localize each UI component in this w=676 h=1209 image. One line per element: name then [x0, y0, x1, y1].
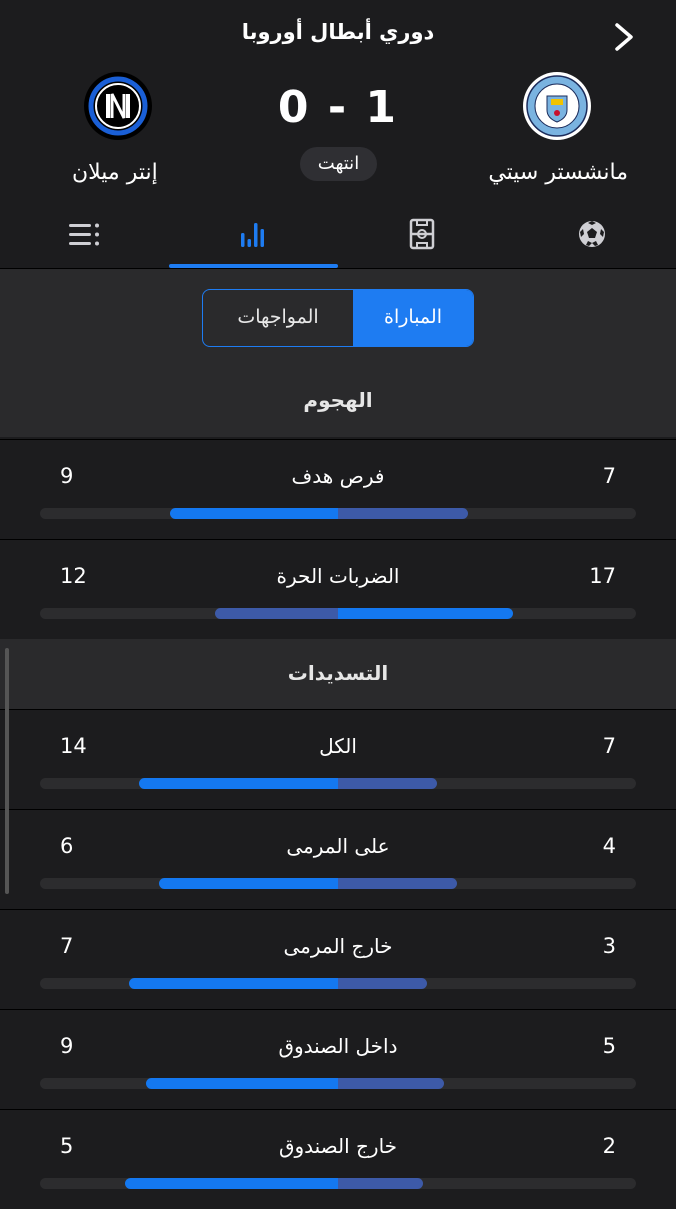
- league-title: دوري أبطال أوروبا: [241, 20, 435, 44]
- tab-stats[interactable]: [169, 205, 338, 268]
- stat-home-value: 4: [602, 834, 616, 858]
- stat-home-value: 3: [602, 934, 616, 958]
- stat-row: فرص هدف 7 9: [0, 439, 676, 539]
- stat-bar-track: [40, 608, 636, 619]
- pitch-icon: [409, 218, 435, 250]
- match-tabs: [0, 205, 676, 268]
- stat-away-value: 6: [60, 834, 74, 858]
- stat-bar-home: [338, 1078, 444, 1089]
- section-title-shots: التسديدات: [287, 661, 389, 685]
- stat-away-value: 14: [60, 734, 87, 758]
- stat-away-value: 7: [60, 934, 74, 958]
- stat-bar-away: [125, 1178, 338, 1189]
- match-score: 0 - 1: [277, 82, 399, 133]
- stat-row: الضربات الحرة 17 12: [0, 539, 676, 639]
- scrollbar[interactable]: [5, 648, 9, 894]
- segment-match[interactable]: المباراة: [353, 290, 473, 346]
- stat-bar-home: [338, 1178, 423, 1189]
- stat-bar-away: [159, 878, 338, 889]
- stat-home-value: 5: [602, 1034, 616, 1058]
- stat-away-value: 5: [60, 1134, 74, 1158]
- stat-row: خارج الصندوق 2 5: [0, 1109, 676, 1209]
- stat-name: فرص هدف: [291, 464, 385, 488]
- stat-name: الكل: [319, 734, 357, 758]
- away-team-name[interactable]: إنتر ميلان: [72, 160, 158, 185]
- stat-bar-away: [129, 978, 338, 989]
- tab-events[interactable]: [507, 205, 676, 268]
- tab-lineup[interactable]: [338, 205, 507, 268]
- stat-bar-home: [338, 608, 513, 619]
- home-team-name[interactable]: مانشستر سيتي: [488, 160, 628, 185]
- segment-head-to-head[interactable]: المواجهات: [203, 290, 353, 346]
- match-status-badge: انتهت: [300, 147, 377, 181]
- chevron-right-icon[interactable]: [612, 22, 636, 52]
- stat-bar-home: [338, 508, 468, 519]
- stat-away-value: 9: [60, 1034, 74, 1058]
- stat-bar-home: [338, 778, 437, 789]
- stat-bar-track: [40, 778, 636, 789]
- stat-home-value: 7: [602, 464, 616, 488]
- stat-bar-away: [146, 1078, 338, 1089]
- stat-bar-away: [215, 608, 338, 619]
- stat-bar-track: [40, 878, 636, 889]
- stat-bar-away: [170, 508, 338, 519]
- soccer-ball-icon: [579, 221, 605, 247]
- stat-home-value: 2: [602, 1134, 616, 1158]
- stat-name: داخل الصندوق: [278, 1034, 398, 1058]
- segment-control: المواجهات المباراة: [202, 289, 474, 347]
- stat-name: خارج المرمى: [283, 934, 393, 958]
- stat-row: الكل 7 14: [0, 709, 676, 809]
- stat-name: الضربات الحرة: [276, 564, 400, 588]
- stat-bar-away: [139, 778, 338, 789]
- stat-bar-home: [338, 878, 457, 889]
- stat-home-value: 17: [589, 564, 616, 588]
- stat-row: على المرمى 4 6: [0, 809, 676, 909]
- stat-away-value: 12: [60, 564, 87, 588]
- stat-bar-track: [40, 508, 636, 519]
- stat-bar-track: [40, 978, 636, 989]
- match-header: دوري أبطال أوروبا 0 - 1 انتهت مانشستر سي…: [0, 0, 676, 268]
- tab-table[interactable]: [0, 205, 169, 268]
- stat-bar-track: [40, 1178, 636, 1189]
- stat-away-value: 9: [60, 464, 74, 488]
- stat-row: داخل الصندوق 5 9: [0, 1009, 676, 1109]
- stat-row: خارج المرمى 3 7: [0, 909, 676, 1009]
- stat-name: خارج الصندوق: [278, 1134, 398, 1158]
- stat-home-value: 7: [602, 734, 616, 758]
- list-icon: [69, 223, 99, 246]
- section-title-attack: الهجوم: [303, 388, 373, 412]
- stat-bar-home: [338, 978, 427, 989]
- bar-chart-icon: [241, 223, 264, 247]
- stat-name: على المرمى: [286, 834, 390, 858]
- stat-bar-track: [40, 1078, 636, 1089]
